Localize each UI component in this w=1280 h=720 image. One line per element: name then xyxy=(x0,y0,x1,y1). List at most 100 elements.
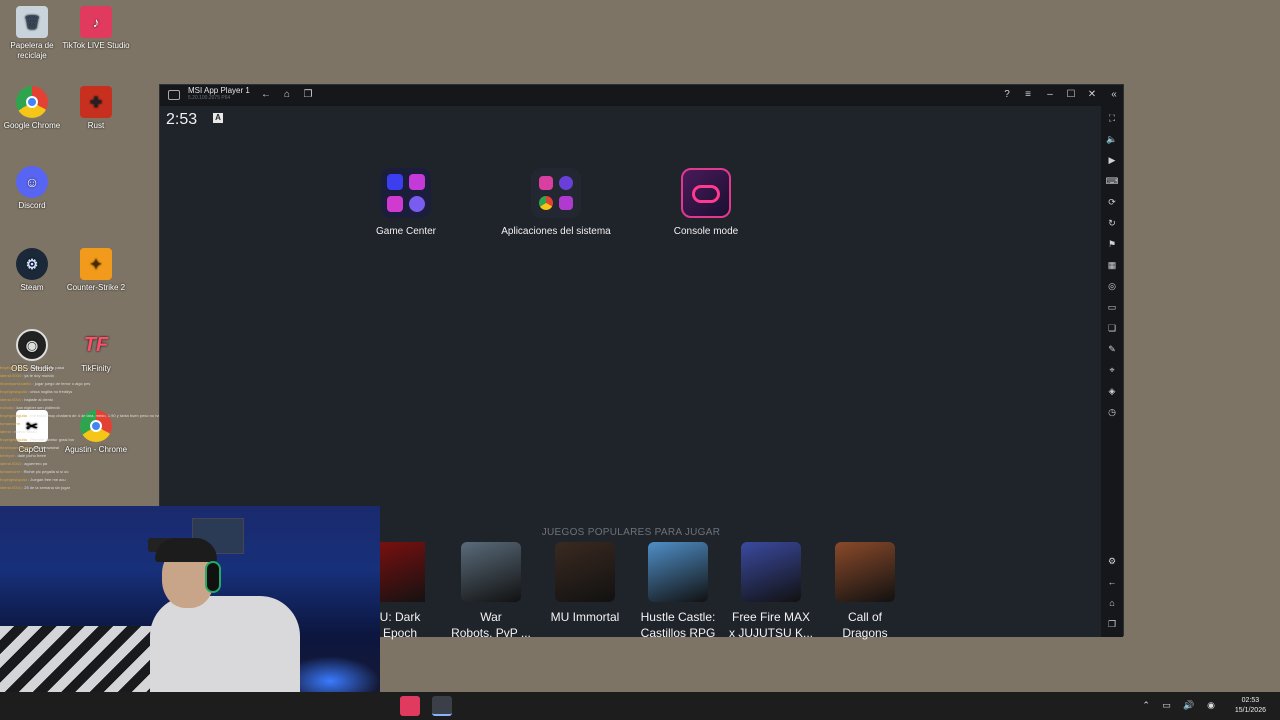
game-name: Epoch xyxy=(382,626,418,640)
chat-text: chica noglita no freddys xyxy=(30,389,73,394)
taskbar-clock[interactable]: 02:53 15/1/2026 xyxy=(1235,696,1266,716)
game-thumbnail xyxy=(835,542,895,602)
game-thumbnail xyxy=(375,542,425,602)
window-titlebar[interactable]: MSI App Player 1 5.20.100.2075 P64 ← ⌂ ❐… xyxy=(160,85,1123,106)
game-name: Call of xyxy=(847,610,882,624)
desktop-icon-steam[interactable]: ⚙ Steam xyxy=(0,248,68,293)
chat-username: lateral xyxy=(0,429,11,434)
multi-instance-icon[interactable]: ❏ xyxy=(1105,321,1119,335)
webcam-person-cap xyxy=(155,538,217,562)
back-arrow-icon[interactable]: ← xyxy=(1105,575,1119,589)
chat-username: lateral.0004 xyxy=(0,397,21,402)
steam-icon: ⚙ xyxy=(16,248,48,280)
chat-text: desde cuanto pasa xyxy=(30,365,65,370)
screenshot-icon[interactable]: ◎ xyxy=(1105,279,1119,293)
game-center-icon xyxy=(381,168,431,218)
app-system-apps[interactable]: Aplicaciones del sistema xyxy=(486,168,626,237)
chat-username: tumaecurre xyxy=(0,469,21,474)
chat-username: lateral.0004 xyxy=(0,461,21,466)
status-badge: A xyxy=(213,113,223,123)
folder-icon[interactable]: ▭ xyxy=(1105,300,1119,314)
game-thumbnail xyxy=(741,542,801,602)
popular-game-tile[interactable]: Hustle Castle: Castillos RPG xyxy=(633,542,723,641)
fps-icon[interactable]: ▦ xyxy=(1105,258,1119,272)
popular-game-tile[interactable]: U: Dark Epoch xyxy=(375,542,425,641)
chat-username: froyeigriskguita xyxy=(0,437,27,442)
game-name: Dragons xyxy=(842,626,888,640)
maximize-icon[interactable]: ☐ xyxy=(1064,88,1078,102)
chat-text: ya te doy mundo xyxy=(24,373,54,378)
chat-username: ihrannyarskoaelio xyxy=(0,381,32,386)
desktop-icon-label: Counter-Strike 2 xyxy=(66,283,126,292)
chat-username: froyeigriskguita xyxy=(0,413,27,418)
taskbar-time: 02:53 xyxy=(1241,697,1260,704)
system-tray-icons[interactable]: ⌃ ▭ 🔊 ◉ xyxy=(1142,700,1220,711)
taskbar-msi-player-icon[interactable] xyxy=(432,696,452,716)
popular-game-tile[interactable]: MU Immortal xyxy=(540,542,630,625)
app-label: Console mode xyxy=(673,226,739,237)
desktop-icon-tiktok-live[interactable]: ♪ TikTok LIVE Studio xyxy=(60,6,132,51)
chat-text: nuevo xxaxd xyxy=(14,429,37,434)
chat-username: froyeigriskguita xyxy=(0,477,27,482)
home-icon[interactable]: ⌂ xyxy=(1105,596,1119,610)
app-console-mode[interactable]: Console mode xyxy=(636,168,776,237)
app-label: Aplicaciones del sistema xyxy=(501,226,611,237)
macro-icon[interactable]: ⚑ xyxy=(1105,237,1119,251)
desktop-icon-label: Discord xyxy=(18,201,46,210)
chat-text: kan nigiber sen pidiendo xyxy=(16,405,60,410)
chat-username: froyeigriskguita xyxy=(0,365,27,370)
fullscreen-icon[interactable]: ⛶ xyxy=(1105,111,1119,125)
menu-icon[interactable]: ≡ xyxy=(1021,88,1035,102)
record-icon[interactable]: ◷ xyxy=(1105,405,1119,419)
recent-apps-icon[interactable]: ❐ xyxy=(301,88,315,102)
chat-username: froyeigriskguita xyxy=(0,389,27,394)
rust-icon: ✚ xyxy=(80,86,112,118)
popular-game-tile[interactable]: War Robots. PvP ... xyxy=(446,542,536,641)
chat-text: dale pichu freee xyxy=(17,453,47,458)
app-label: Game Center xyxy=(375,226,437,237)
game-name: U: Dark xyxy=(379,610,421,624)
desktop-icon-rust[interactable]: ✚ Rust xyxy=(60,86,132,131)
back-arrow-icon[interactable]: ← xyxy=(259,88,273,102)
app-game-center[interactable]: Game Center xyxy=(336,168,476,237)
windows-taskbar: ⌃ ▭ 🔊 ◉ 02:53 15/1/2026 xyxy=(0,692,1280,720)
webcam-overlay xyxy=(0,506,380,720)
desktop-icon-counter-strike[interactable]: ✦ Counter-Strike 2 xyxy=(60,248,132,293)
desktop-icon-label: Rust xyxy=(87,121,105,130)
close-icon[interactable]: ✕ xyxy=(1085,88,1099,102)
help-icon[interactable]: ? xyxy=(1000,88,1014,102)
gamepad-icon xyxy=(681,168,731,218)
game-name: x JUJUTSU K... xyxy=(728,626,813,640)
minimize-icon[interactable]: – xyxy=(1043,88,1057,102)
popular-game-tile[interactable]: Call of Dragons xyxy=(820,542,910,641)
layers-icon[interactable]: ◈ xyxy=(1105,384,1119,398)
desktop-icon-label: Papelera de reciclaje xyxy=(10,41,54,60)
chat-text: Prenme diantur grasi bor xyxy=(30,437,75,442)
discord-icon: ☺ xyxy=(16,166,48,198)
desktop-icon-discord[interactable]: ☺ Discord xyxy=(0,166,68,211)
chat-text: aguerrero pa xyxy=(24,461,48,466)
keyboard-icon[interactable]: ⌨ xyxy=(1105,174,1119,188)
location-icon[interactable]: ⌖ xyxy=(1105,363,1119,377)
obs-icon: ◉ xyxy=(16,329,48,361)
recent-apps-icon[interactable]: ❐ xyxy=(1105,617,1119,631)
chat-text: me estas muy chatarra de 4 de tara, medo… xyxy=(30,413,176,418)
taskbar-tiktok-icon[interactable] xyxy=(400,696,420,716)
sync-icon[interactable]: ↻ xyxy=(1105,216,1119,230)
collapse-sidebar-icon[interactable]: « xyxy=(1107,88,1121,102)
rotate-icon[interactable]: ⟳ xyxy=(1105,195,1119,209)
eco-mode-icon[interactable]: ✎ xyxy=(1105,342,1119,356)
home-icon[interactable]: ⌂ xyxy=(280,88,294,102)
desktop-icon-chrome[interactable]: Google Chrome xyxy=(0,86,68,131)
desktop-icon-recycle-bin[interactable]: 🗑 Papelera de reciclaje xyxy=(0,6,68,61)
media-icon[interactable]: ▶ xyxy=(1105,153,1119,167)
chat-text: bajaste al ciento xyxy=(24,397,54,402)
volume-icon[interactable]: 🔈 xyxy=(1105,132,1119,146)
settings-icon[interactable]: ⚙ xyxy=(1105,554,1119,568)
game-thumbnail xyxy=(461,542,521,602)
game-name: War xyxy=(480,610,502,624)
game-thumbnail xyxy=(555,542,615,602)
chat-text: 25 de la semana sin jugar xyxy=(24,485,71,490)
chat-text: Juegan free me acu xyxy=(30,477,66,482)
popular-game-tile[interactable]: Free Fire MAX x JUJUTSU K... xyxy=(726,542,816,641)
